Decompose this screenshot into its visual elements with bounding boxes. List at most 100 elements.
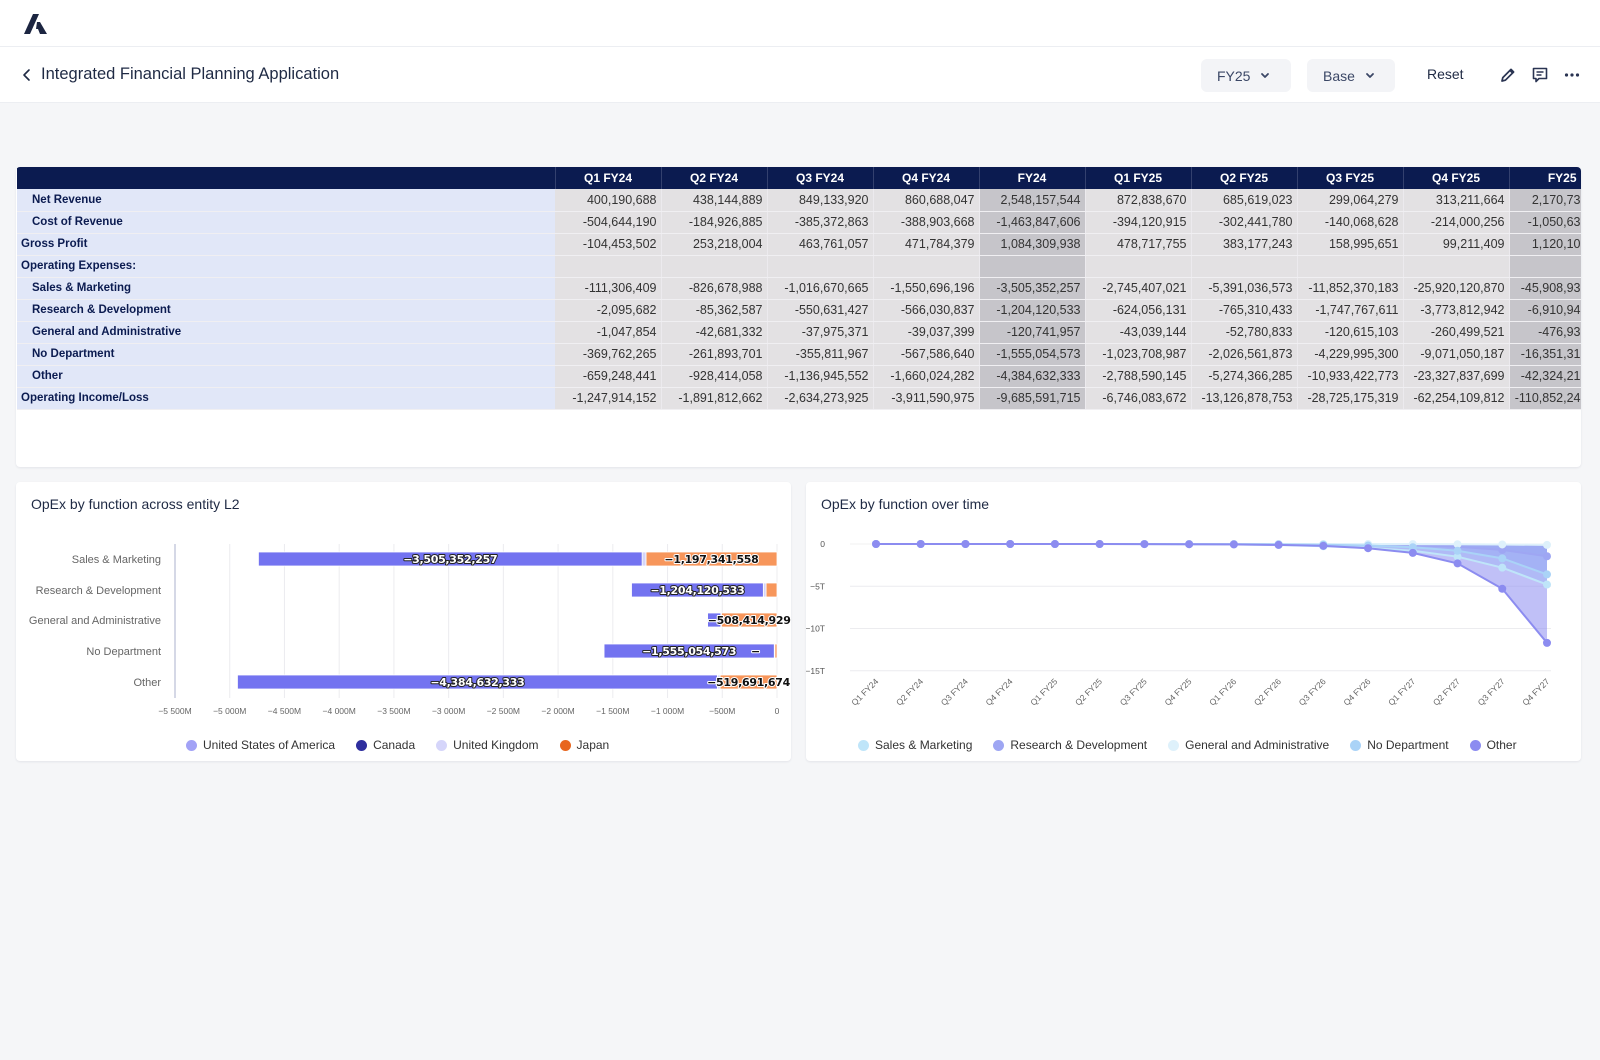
legend-item[interactable]: No Department (1350, 738, 1449, 752)
table-cell[interactable]: -16,351,31 (1509, 343, 1581, 366)
table-cell[interactable]: -11,852,370,183 (1297, 277, 1404, 300)
table-cell[interactable]: -120,741,957 (979, 321, 1086, 344)
table-cell[interactable]: -765,310,433 (1191, 299, 1298, 322)
table-cell[interactable]: -184,926,885 (661, 211, 768, 234)
table-cell[interactable] (661, 254, 768, 278)
data-point[interactable] (1319, 541, 1328, 550)
table-cell[interactable]: 313,211,664 (1403, 189, 1510, 212)
table-cell[interactable]: -2,788,590,145 (1085, 365, 1192, 388)
table-cell[interactable] (1403, 254, 1510, 278)
data-point[interactable] (1229, 540, 1238, 549)
column-header[interactable]: FY24 (979, 167, 1086, 189)
table-cell[interactable]: 849,133,920 (767, 189, 874, 212)
table-cell[interactable]: -111,306,409 (555, 277, 662, 300)
table-cell[interactable]: -355,811,967 (767, 343, 874, 366)
table-cell[interactable]: 400,190,688 (555, 189, 662, 212)
table-cell[interactable]: -52,780,833 (1191, 321, 1298, 344)
column-header[interactable]: Q1 FY25 (1085, 167, 1192, 189)
table-cell[interactable]: -504,644,190 (555, 211, 662, 234)
data-point[interactable] (1095, 540, 1104, 549)
legend-item[interactable]: Research & Development (993, 738, 1147, 752)
table-cell[interactable]: -2,745,407,021 (1085, 277, 1192, 300)
table-cell[interactable]: 438,144,889 (661, 189, 768, 212)
table-cell[interactable]: -1,550,696,196 (873, 277, 980, 300)
table-cell[interactable]: -28,725,175,319 (1297, 386, 1404, 410)
legend-item[interactable]: General and Administrative (1168, 738, 1329, 752)
table-cell[interactable]: 471,784,379 (873, 232, 980, 256)
chevron-left-icon[interactable] (20, 67, 34, 83)
data-point[interactable] (916, 540, 925, 549)
table-cell[interactable]: -385,372,863 (767, 211, 874, 234)
table-cell[interactable]: -62,254,109,812 (1403, 386, 1510, 410)
table-cell[interactable]: -550,631,427 (767, 299, 874, 322)
table-cell[interactable]: 299,064,279 (1297, 189, 1404, 212)
table-cell[interactable]: -1,136,945,552 (767, 365, 874, 388)
table-cell[interactable]: -928,414,058 (661, 365, 768, 388)
table-cell[interactable]: -1,023,708,987 (1085, 343, 1192, 366)
table-cell[interactable]: -1,555,054,573 (979, 343, 1086, 366)
pencil-icon[interactable] (1498, 65, 1518, 85)
data-point[interactable] (1274, 540, 1283, 549)
table-cell[interactable]: -302,441,780 (1191, 211, 1298, 234)
table-cell[interactable]: -3,773,812,942 (1403, 299, 1510, 322)
table-cell[interactable]: 253,218,004 (661, 232, 768, 256)
legend-item[interactable]: Sales & Marketing (858, 738, 972, 752)
data-point[interactable] (1453, 559, 1462, 568)
table-cell[interactable]: -9,685,591,715 (979, 386, 1086, 410)
data-point[interactable] (1498, 584, 1507, 593)
column-header[interactable]: Q1 FY24 (555, 167, 662, 189)
table-cell[interactable]: -13,126,878,753 (1191, 386, 1298, 410)
column-header[interactable]: FY25 (1509, 167, 1581, 189)
table-cell[interactable]: -6,746,083,672 (1085, 386, 1192, 410)
table-cell[interactable]: -1,047,854 (555, 321, 662, 344)
brand-logo-icon[interactable] (24, 14, 48, 34)
table-cell[interactable]: -2,634,273,925 (767, 386, 874, 410)
legend-item[interactable]: Canada (356, 738, 415, 752)
table-cell[interactable]: -394,120,915 (1085, 211, 1192, 234)
data-point[interactable] (872, 540, 880, 549)
table-cell[interactable] (767, 254, 874, 278)
table-cell[interactable]: -1,016,670,665 (767, 277, 874, 300)
column-header[interactable]: Q2 FY25 (1191, 167, 1298, 189)
table-cell[interactable]: -2,026,561,873 (1191, 343, 1298, 366)
data-point[interactable] (1408, 548, 1417, 557)
table-cell[interactable]: -261,893,701 (661, 343, 768, 366)
table-cell[interactable]: -110,852,24 (1509, 386, 1581, 410)
table-cell[interactable]: 2,170,73 (1509, 189, 1581, 212)
table-cell[interactable]: -45,908,93 (1509, 277, 1581, 300)
data-point[interactable] (1543, 540, 1551, 549)
table-cell[interactable]: 463,761,057 (767, 232, 874, 256)
column-header[interactable]: Q4 FY24 (873, 167, 980, 189)
table-cell[interactable]: -140,068,628 (1297, 211, 1404, 234)
table-cell[interactable]: -1,050,63 (1509, 211, 1581, 234)
table-cell[interactable]: -6,910,94 (1509, 299, 1581, 322)
table-cell[interactable]: -3,505,352,257 (979, 277, 1086, 300)
data-point[interactable] (1543, 580, 1551, 589)
table-cell[interactable]: -567,586,640 (873, 343, 980, 366)
table-cell[interactable]: -43,039,144 (1085, 321, 1192, 344)
table-cell[interactable]: -104,453,502 (555, 232, 662, 256)
data-point[interactable] (1498, 540, 1507, 549)
table-cell[interactable]: -5,391,036,573 (1191, 277, 1298, 300)
data-point[interactable] (1050, 540, 1059, 549)
legend-item[interactable]: United States of America (186, 738, 335, 752)
table-cell[interactable] (1191, 254, 1298, 278)
table-cell[interactable] (873, 254, 980, 278)
table-cell[interactable]: -1,747,767,611 (1297, 299, 1404, 322)
table-cell[interactable]: 860,688,047 (873, 189, 980, 212)
table-cell[interactable]: -1,463,847,606 (979, 211, 1086, 234)
data-point[interactable] (1498, 563, 1507, 572)
table-cell[interactable]: -85,362,587 (661, 299, 768, 322)
table-cell[interactable] (1509, 254, 1581, 278)
table-cell[interactable]: 1,120,10 (1509, 232, 1581, 256)
table-cell[interactable]: -1,204,120,533 (979, 299, 1086, 322)
legend-item[interactable]: United Kingdom (436, 738, 539, 752)
data-point[interactable] (1453, 546, 1462, 555)
table-cell[interactable]: -37,975,371 (767, 321, 874, 344)
table-cell[interactable]: -23,327,837,699 (1403, 365, 1510, 388)
column-header[interactable]: Q4 FY25 (1403, 167, 1510, 189)
table-cell[interactable]: -4,384,632,333 (979, 365, 1086, 388)
table-cell[interactable] (1085, 254, 1192, 278)
table-cell[interactable]: 685,619,023 (1191, 189, 1298, 212)
table-cell[interactable]: -42,681,332 (661, 321, 768, 344)
